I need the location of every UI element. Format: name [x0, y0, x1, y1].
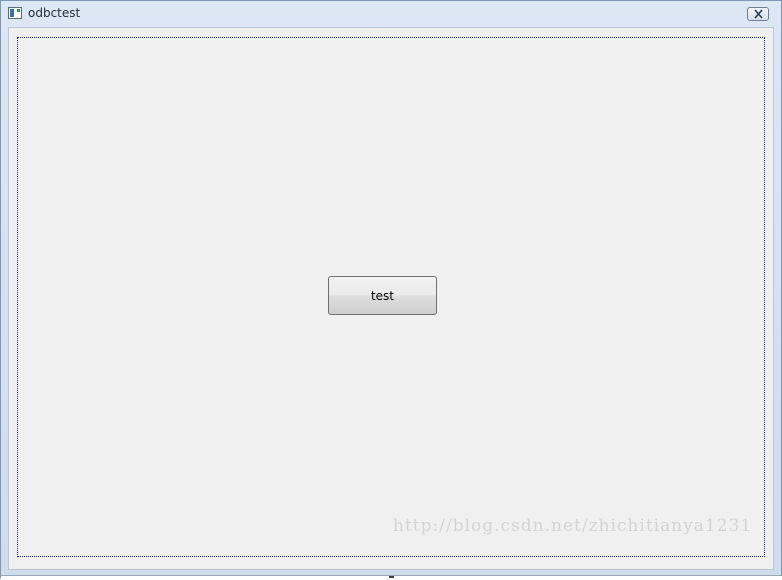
window-title: odbctest — [28, 6, 81, 20]
test-button[interactable]: test — [328, 276, 437, 315]
title-bar[interactable]: odbctest — [1, 1, 781, 27]
application-window: odbctest test http://blog.csdn.net/zhich… — [0, 0, 782, 580]
dialog-client-area: test — [8, 27, 774, 570]
window-app-icon[interactable] — [8, 7, 22, 19]
close-button[interactable] — [747, 7, 769, 21]
close-icon — [754, 9, 763, 19]
